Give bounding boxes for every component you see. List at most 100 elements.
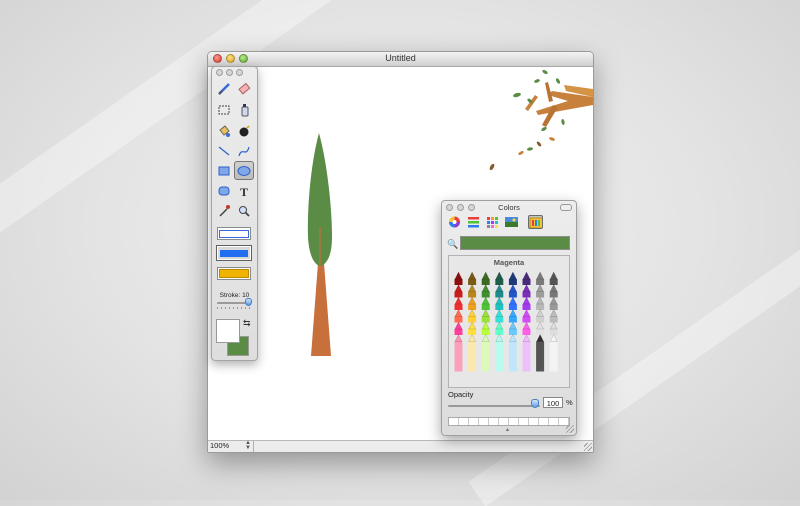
crayon[interactable] bbox=[468, 333, 477, 372]
crayon[interactable] bbox=[495, 321, 504, 335]
opacity-field[interactable]: 100 bbox=[543, 397, 563, 408]
crayon[interactable] bbox=[508, 308, 517, 323]
magnifier-tool[interactable] bbox=[235, 202, 253, 219]
opacity-slider-knob[interactable] bbox=[531, 399, 539, 408]
crayon[interactable] bbox=[468, 321, 477, 335]
image-palettes-icon bbox=[505, 217, 518, 227]
crayon[interactable] bbox=[549, 308, 558, 323]
crayon[interactable] bbox=[468, 296, 477, 310]
crayon[interactable] bbox=[536, 283, 545, 298]
swap-colors-icon[interactable]: ⇆ bbox=[243, 319, 251, 328]
crayon[interactable] bbox=[549, 321, 558, 335]
paintbrush-tool[interactable] bbox=[215, 80, 233, 97]
crayon[interactable] bbox=[522, 271, 531, 285]
eyedropper-tool[interactable] bbox=[215, 202, 233, 219]
crayon[interactable] bbox=[536, 333, 545, 372]
crayon[interactable] bbox=[481, 296, 490, 310]
crayon[interactable] bbox=[522, 308, 531, 323]
stroke-style-filled-outline[interactable] bbox=[216, 245, 252, 261]
crayon[interactable] bbox=[468, 271, 477, 285]
window-resize-grip[interactable] bbox=[584, 443, 592, 451]
crayon[interactable] bbox=[508, 271, 517, 285]
crayon[interactable] bbox=[549, 283, 558, 298]
color-palettes-mode-button[interactable] bbox=[485, 215, 500, 229]
crayon[interactable] bbox=[508, 283, 517, 298]
current-color-well[interactable] bbox=[460, 236, 570, 250]
toolbar-toggle-button[interactable] bbox=[560, 204, 572, 211]
crayon[interactable] bbox=[454, 321, 463, 335]
crayon[interactable] bbox=[468, 308, 477, 323]
colors-panel[interactable]: Colors 🔍 Magenta Opacity 100 % ▲ bbox=[441, 200, 577, 436]
crayon-grid[interactable] bbox=[449, 256, 571, 389]
crayon[interactable] bbox=[495, 283, 504, 298]
palette-zoom-button[interactable] bbox=[236, 69, 243, 76]
paint-bucket-tool[interactable] bbox=[215, 122, 233, 139]
crayon[interactable] bbox=[454, 308, 463, 323]
text-icon: T bbox=[240, 185, 248, 198]
window-title: Untitled bbox=[385, 53, 416, 63]
zoom-stepper[interactable]: ▲ ▼ bbox=[244, 440, 252, 451]
crayon[interactable] bbox=[454, 296, 463, 310]
crayon[interactable] bbox=[495, 271, 504, 285]
rounded-rectangle-tool[interactable] bbox=[215, 182, 233, 199]
image-palettes-mode-button[interactable] bbox=[504, 215, 519, 229]
crayon[interactable] bbox=[549, 333, 558, 372]
line-tool[interactable] bbox=[215, 142, 233, 159]
opacity-slider-track[interactable] bbox=[448, 405, 540, 407]
crayon[interactable] bbox=[522, 296, 531, 310]
rectangle-tool[interactable] bbox=[215, 162, 233, 179]
crayon-box[interactable]: Magenta bbox=[448, 255, 570, 388]
custom-swatches-strip[interactable] bbox=[448, 417, 570, 426]
crayon[interactable] bbox=[495, 296, 504, 310]
crayon[interactable] bbox=[536, 321, 545, 335]
crayon[interactable] bbox=[481, 271, 490, 285]
crayon[interactable] bbox=[508, 333, 517, 372]
crayon[interactable] bbox=[549, 296, 558, 310]
crayon[interactable] bbox=[481, 308, 490, 323]
crayon[interactable] bbox=[508, 321, 517, 335]
crayon[interactable] bbox=[454, 333, 463, 372]
crayon[interactable] bbox=[536, 271, 545, 285]
swatch-drawer-handle[interactable]: ▲ bbox=[505, 427, 510, 433]
crayon[interactable] bbox=[522, 333, 531, 372]
text-tool[interactable]: T bbox=[235, 182, 253, 199]
crayon[interactable] bbox=[536, 308, 545, 323]
spray-can-tool[interactable] bbox=[235, 101, 253, 118]
color-wheel-icon bbox=[449, 216, 460, 228]
rounded-rectangle-icon bbox=[218, 186, 230, 195]
eyedropper-icon bbox=[219, 204, 230, 217]
stroke-style-outline[interactable] bbox=[217, 227, 251, 240]
bomb-tool[interactable] bbox=[235, 122, 253, 139]
crayon[interactable] bbox=[549, 271, 558, 285]
crayon[interactable] bbox=[508, 296, 517, 310]
crayon[interactable] bbox=[522, 283, 531, 298]
stroke-slider-knob[interactable] bbox=[245, 298, 252, 306]
title-bar[interactable]: Untitled bbox=[208, 52, 593, 67]
ellipse-tool[interactable] bbox=[234, 161, 254, 180]
palette-minimize-button[interactable] bbox=[226, 69, 233, 76]
crayon[interactable] bbox=[454, 283, 463, 298]
crayon[interactable] bbox=[481, 333, 490, 372]
crayon[interactable] bbox=[495, 333, 504, 372]
crayon[interactable] bbox=[522, 321, 531, 335]
eraser-icon bbox=[238, 82, 251, 95]
colors-resize-grip[interactable] bbox=[566, 425, 574, 433]
crayon[interactable] bbox=[454, 271, 463, 285]
stroke-style-fill[interactable] bbox=[217, 267, 251, 280]
crayons-mode-button[interactable] bbox=[528, 215, 543, 229]
crayon[interactable] bbox=[481, 321, 490, 335]
eraser-tool[interactable] bbox=[235, 80, 253, 97]
crayon[interactable] bbox=[481, 283, 490, 298]
magnifier-icon[interactable]: 🔍 bbox=[447, 239, 458, 249]
rectangular-select-tool[interactable] bbox=[215, 101, 233, 118]
crayon[interactable] bbox=[495, 308, 504, 323]
curve-tool[interactable] bbox=[235, 142, 253, 159]
color-wheel-mode-button[interactable] bbox=[447, 215, 462, 229]
stroke-color-well[interactable] bbox=[216, 319, 240, 343]
crayon[interactable] bbox=[536, 296, 545, 310]
palette-close-button[interactable] bbox=[216, 69, 223, 76]
color-palettes-icon bbox=[487, 217, 498, 228]
color-sliders-mode-button[interactable] bbox=[466, 215, 481, 229]
tools-palette[interactable]: T Stroke: 10 ⇆ bbox=[211, 66, 258, 361]
crayon[interactable] bbox=[468, 283, 477, 298]
